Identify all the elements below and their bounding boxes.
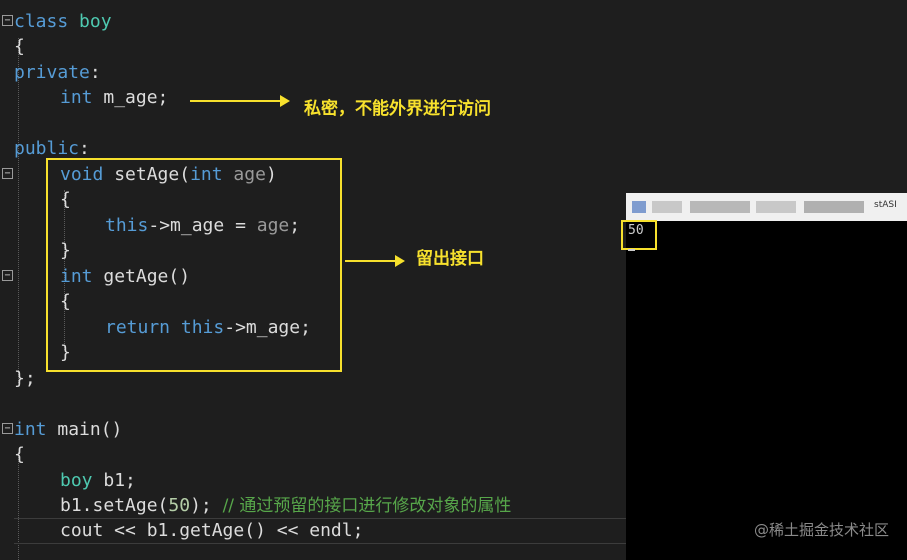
code-line-object-decl: boy b1; <box>60 469 136 493</box>
fold-toggle-icon[interactable]: − <box>2 15 13 26</box>
arrow-right-icon <box>190 95 290 107</box>
console-window[interactable]: stASI 50 <box>621 193 907 560</box>
console-title-text: stASI <box>874 200 897 210</box>
code-line-setage-call: b1.setAge(50); // 通过预留的接口进行修改对象的属性 <box>60 494 511 518</box>
code-line-main-sig: int main() <box>14 418 122 442</box>
setage-call-pre: b1.setAge( <box>60 495 169 516</box>
code-line-open-brace: { <box>14 35 25 59</box>
watermark: @稀土掘金技术社区 <box>753 521 889 539</box>
fold-toggle-icon[interactable]: − <box>2 423 13 434</box>
keyword-public: public <box>14 138 80 159</box>
code-line-open-brace: { <box>14 443 25 467</box>
number-literal: 50 <box>168 495 191 516</box>
keyword-class: class <box>14 11 69 32</box>
code-line-private: private: <box>14 61 101 85</box>
blurred-title <box>804 201 864 213</box>
code-comment: // 通过预留的接口进行修改对象的属性 <box>222 496 512 516</box>
console-title-bar[interactable]: stASI <box>626 193 907 221</box>
brace: { <box>14 36 25 57</box>
object-decl-text: b1; <box>92 470 136 491</box>
blurred-title <box>756 201 796 213</box>
fold-toggle-icon[interactable]: − <box>2 168 13 179</box>
arrow-right-icon <box>345 255 405 267</box>
interface-highlight-box <box>46 158 342 372</box>
code-editor[interactable]: − − − − class boy { private: int m_age; … <box>0 0 907 560</box>
class-name: boy <box>79 11 112 32</box>
interface-annotation: 留出接口 <box>416 249 484 269</box>
code-line-class-decl: class boy <box>14 10 112 34</box>
colon: : <box>79 138 90 159</box>
keyword-int: int <box>60 87 93 108</box>
blurred-title <box>690 201 750 213</box>
brace: { <box>14 444 25 465</box>
colon: : <box>89 62 101 83</box>
keyword-private: private <box>14 62 90 83</box>
member-decl-text: m_age; <box>92 87 169 108</box>
code-line-member-decl: int m_age; <box>60 86 168 110</box>
class-end: }; <box>14 368 36 389</box>
indent-guide <box>18 38 19 383</box>
blurred-title <box>652 201 682 213</box>
fold-toggle-icon[interactable]: − <box>2 270 13 281</box>
private-annotation: 私密，不能外界进行访问 <box>304 99 491 119</box>
setage-call-post: ); <box>190 495 223 516</box>
app-icon <box>632 201 646 213</box>
main-name: main() <box>46 419 123 440</box>
code-line-cout: cout << b1.getAge() << endl; <box>60 519 363 543</box>
cout-text: cout << b1.getAge() << endl; <box>60 520 364 541</box>
code-line-class-end: }; <box>14 367 36 391</box>
keyword-int: int <box>14 419 47 440</box>
output-highlight-box <box>621 220 657 250</box>
console-cursor <box>628 249 635 251</box>
class-name: boy <box>60 470 93 491</box>
